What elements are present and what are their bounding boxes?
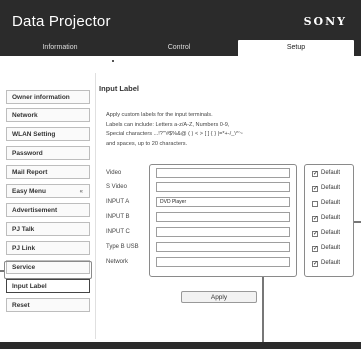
sidebar-item-input-label[interactable]: Input Label [6, 279, 90, 293]
active-item-callout [4, 261, 92, 279]
sidebar-item-pj-talk[interactable]: PJ Talk [6, 222, 90, 236]
sidebar-item-pj-link[interactable]: PJ Link [6, 241, 90, 255]
default-checkbox-label: Default [321, 170, 341, 176]
brand-logo: SONY [303, 15, 347, 28]
sidebar-item-mail-report[interactable]: Mail Report [6, 165, 90, 179]
tab-setup[interactable]: Setup [238, 40, 354, 56]
tab-control[interactable]: Control [120, 40, 238, 56]
default-checkbox-label: Default [321, 200, 341, 206]
terminal-label: INPUT A [106, 199, 130, 205]
description-line: Apply custom labels for the input termin… [106, 112, 213, 118]
default-checkbox[interactable]: ✓ [312, 186, 318, 192]
default-checkbox[interactable]: ✓ [312, 246, 318, 252]
callout-pointer-vertical [262, 277, 264, 343]
callout-pointer-left [0, 270, 4, 272]
sidebar-item-password[interactable]: Password [6, 146, 90, 160]
default-checkbox-label: Default [321, 185, 341, 191]
apply-button[interactable]: Apply [181, 291, 257, 303]
sidebar-item-wlan-setting[interactable]: WLAN Setting [6, 127, 90, 141]
terminal-label: Network [106, 259, 129, 265]
sidebar-item-owner-information[interactable]: Owner information [6, 90, 90, 104]
app-title: Data Projector [12, 13, 111, 30]
default-checkbox-label: Default [321, 215, 341, 221]
default-checkbox[interactable]: ✓ [312, 216, 318, 222]
terminal-label: Type B USB [106, 244, 139, 250]
default-checkbox-label: Default [321, 245, 341, 251]
callout-pointer-right [354, 221, 361, 223]
description-line: Special characters ...!?"'#$%&@ ( ) < > … [106, 131, 243, 137]
sidebar-item-network[interactable]: Network [6, 108, 90, 122]
default-checkbox-label: Default [321, 230, 341, 236]
sidebar-item-reset[interactable]: Reset [6, 298, 90, 312]
terminal-label: INPUT C [106, 229, 130, 235]
default-checkbox[interactable]: ✓ [312, 171, 318, 177]
page-title: Input Label [99, 84, 139, 93]
default-checkbox-label: Default [321, 260, 341, 266]
description: Apply custom labels for the input termin… [106, 111, 351, 149]
header-bar: Data Projector SONY Information Control … [0, 0, 361, 56]
tab-information[interactable]: Information [0, 40, 120, 56]
description-line: Labels can include: Letters a-z/A-Z, Num… [106, 121, 230, 128]
terminal-label: Video [106, 170, 122, 176]
default-checkbox[interactable] [312, 201, 318, 207]
description-line: and spaces, up to 20 characters. [106, 140, 188, 147]
sidebar-item-advertisement[interactable]: Advertisement [6, 203, 90, 217]
terminal-label: S Video [106, 184, 127, 190]
label-fields-callout [149, 164, 297, 277]
sidebar-item-label: Easy Menu [12, 188, 46, 195]
tab-bar: Information Control Setup [0, 40, 361, 56]
sidebar-item-easy-menu[interactable]: Easy Menu « [6, 184, 90, 198]
footer-bar [0, 342, 361, 349]
indicator-dot [112, 60, 114, 62]
default-checkbox[interactable]: ✓ [312, 231, 318, 237]
terminal-label: INPUT B [106, 214, 130, 220]
chevron-double-icon: « [79, 189, 83, 195]
default-checkbox[interactable]: ✓ [312, 261, 318, 267]
